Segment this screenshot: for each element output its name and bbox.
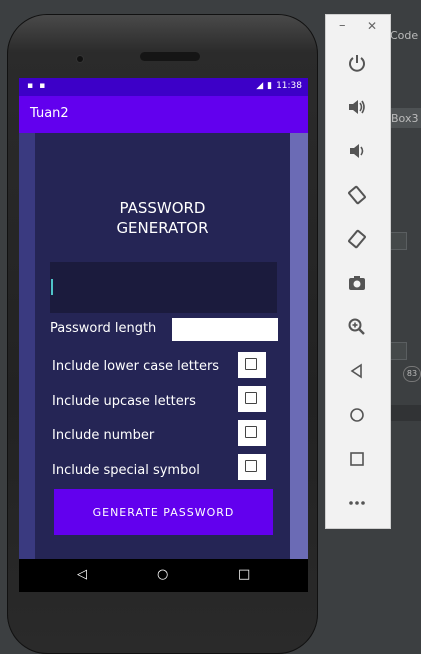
status-right: ◢ ▮ 11:38 [256, 81, 302, 91]
ide-box-label: Box3 [391, 112, 419, 125]
password-length-input[interactable] [172, 318, 278, 341]
generator-panel: PASSWORD GENERATOR Password length Inclu… [35, 133, 290, 559]
option-number-checkbox[interactable] [238, 420, 266, 446]
battery-icon: ▮ [267, 81, 273, 91]
ide-badge: 83 [403, 366, 421, 382]
generator-content: PASSWORD GENERATOR Password length Inclu… [19, 133, 308, 559]
volume-up-icon[interactable] [346, 96, 368, 118]
page-title: PASSWORD GENERATOR [35, 198, 290, 238]
home-icon[interactable] [346, 404, 368, 426]
option-symbol-checkbox[interactable] [238, 454, 266, 480]
camera-icon[interactable] [346, 272, 368, 294]
emulator-controls: – ✕ [325, 14, 391, 529]
status-bar: ▪▪ ◢ ▮ 11:38 [19, 78, 308, 96]
ide-dropdown-2[interactable] [389, 342, 407, 360]
status-left-icons: ▪▪ [27, 81, 51, 91]
status-time: 11:38 [276, 81, 302, 91]
phone-speaker [140, 52, 200, 61]
title-line-1: PASSWORD [119, 199, 206, 217]
overview-icon[interactable] [346, 448, 368, 470]
android-icon: ▪ [39, 81, 52, 91]
nav-home-icon[interactable]: ○ [157, 568, 168, 581]
title-line-2: GENERATOR [116, 219, 209, 237]
app-bar: Tuan2 [19, 96, 308, 133]
password-output-field[interactable] [50, 262, 277, 313]
more-icon[interactable] [346, 492, 368, 514]
option-upper-checkbox[interactable] [238, 386, 266, 412]
phone-camera [77, 56, 83, 62]
signal-icon: ◢ [256, 81, 264, 91]
rotate-left-icon[interactable] [346, 184, 368, 206]
ide-dropdown-1[interactable] [389, 232, 407, 250]
generate-password-button[interactable]: GENERATE PASSWORD [54, 489, 273, 535]
content-left-edge [19, 133, 35, 559]
option-number-label: Include number [52, 428, 155, 443]
nav-recents-icon[interactable]: □ [238, 568, 250, 581]
power-icon[interactable] [346, 52, 368, 74]
ide-divider [389, 405, 421, 421]
android-nav-bar: ◁ ○ □ [19, 559, 308, 592]
app-title: Tuan2 [30, 106, 69, 121]
close-icon[interactable]: ✕ [367, 19, 377, 33]
zoom-icon[interactable] [346, 316, 368, 338]
phone-screen: ▪▪ ◢ ▮ 11:38 Tuan2 PASSWORD GENERATOR Pa… [19, 78, 308, 592]
text-cursor [51, 279, 53, 295]
sim-card-icon: ▪ [27, 81, 40, 91]
option-upper-label: Include upcase letters [52, 394, 196, 409]
password-length-label: Password length [50, 321, 157, 336]
nav-back-icon[interactable]: ◁ [77, 568, 87, 581]
minimize-icon[interactable]: – [339, 18, 346, 33]
back-icon[interactable] [346, 360, 368, 382]
option-lower-label: Include lower case letters [52, 359, 220, 374]
rotate-right-icon[interactable] [346, 228, 368, 250]
volume-down-icon[interactable] [346, 140, 368, 162]
content-right-edge [290, 133, 308, 559]
ide-code-tab[interactable]: Code [390, 29, 418, 42]
option-lower-checkbox[interactable] [238, 352, 266, 378]
option-symbol-label: Include special symbol [52, 463, 200, 478]
